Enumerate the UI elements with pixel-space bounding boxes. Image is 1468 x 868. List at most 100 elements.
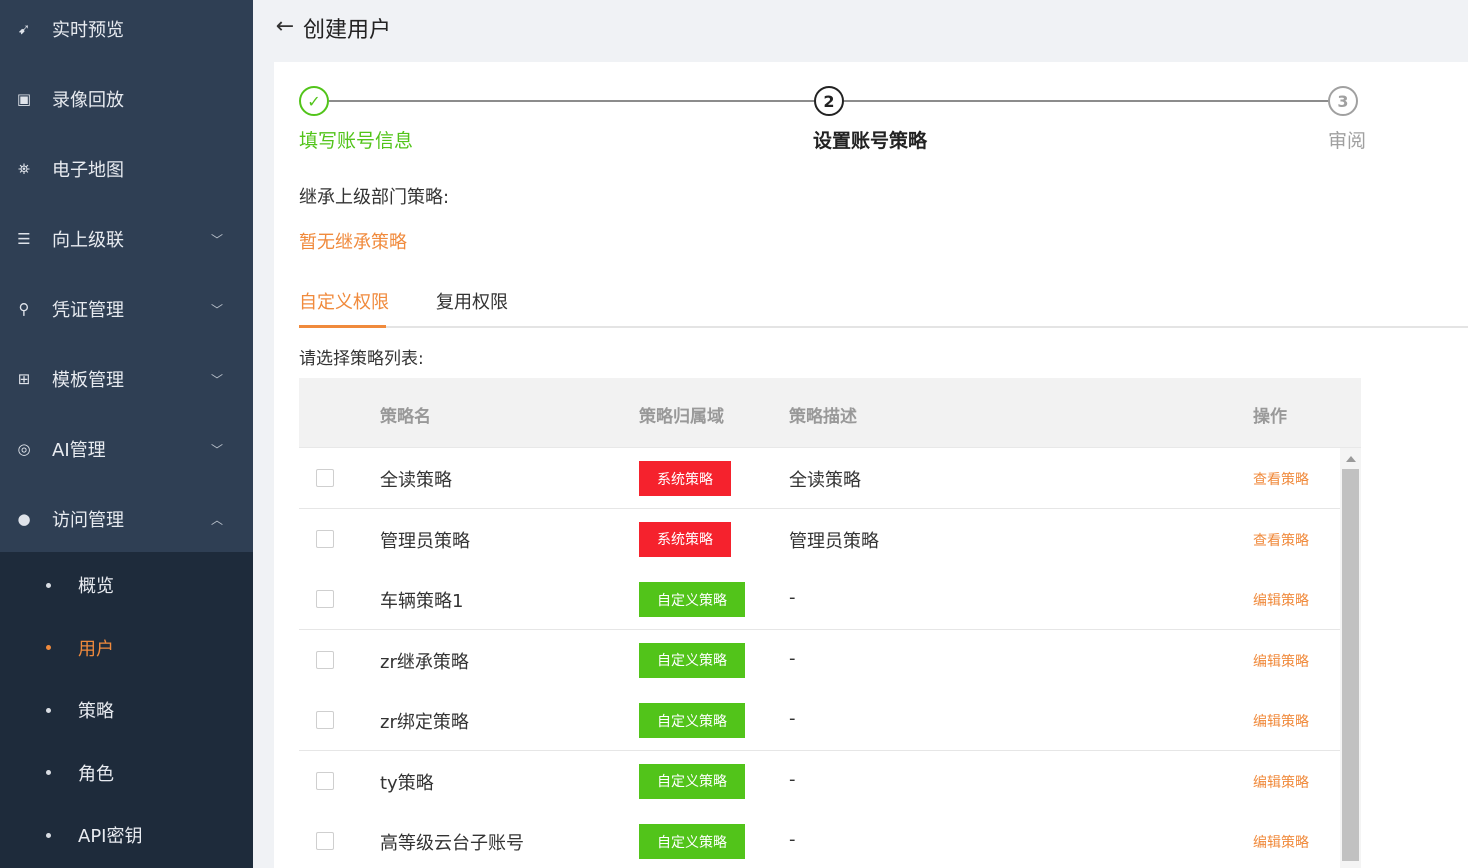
row-checkbox[interactable]: [316, 529, 334, 548]
step-3-indicator: 3: [1328, 86, 1358, 116]
policy-domain-tag: 自定义策略: [639, 642, 745, 678]
cascade-icon: ☰: [17, 230, 31, 248]
sidebar-item-playback[interactable]: ▣ 录像回放: [0, 64, 253, 134]
policy-desc-cell: 全读策略: [789, 470, 861, 491]
policy-domain-tag: 系统策略: [639, 521, 731, 557]
header-policy-domain: 策略归属域: [639, 407, 724, 427]
policy-desc-cell: -: [789, 587, 796, 608]
policy-desc-cell: -: [789, 768, 796, 790]
sidebar-item-live[interactable]: ➹ 实时预览: [0, 0, 253, 64]
submenu-item[interactable]: 策略: [0, 679, 253, 741]
sidebar-item-ai[interactable]: ◎ AI管理 ﹀: [0, 414, 253, 484]
step-connector: [329, 100, 814, 102]
step-2-indicator: 2: [814, 86, 844, 116]
sidebar: ➹ 实时预览 ▣ 录像回放 ⛯ 电子地图 ☰ 向上级联 ﹀ ⚲ 凭证管理 ﹀ ⊞ 模板管理 ﹀ ◎ AI管理 ﹀ ●…: [0, 0, 253, 868]
table-scrollbar[interactable]: [1340, 448, 1361, 868]
sidebar-item-label: 凭证管理: [52, 300, 124, 321]
sidebar-item-template[interactable]: ⊞ 模板管理 ﹀: [0, 344, 253, 414]
submenu-item-label: 概览: [78, 576, 114, 597]
table-row[interactable]: 管理员策略 系统策略 管理员策略 查看策略: [299, 508, 1340, 570]
row-checkbox[interactable]: [316, 771, 334, 790]
table-header: 策略名 策略归属域 策略描述 操作: [299, 378, 1361, 448]
submenu-item[interactable]: 概览: [0, 554, 253, 616]
edit-policy-link[interactable]: 编辑策略: [1253, 651, 1309, 671]
submenu-item-label: 角色: [78, 763, 114, 785]
table-row[interactable]: 高等级云台子账号 自定义策略 - 编辑策略: [299, 811, 1340, 868]
submenu-item[interactable]: 角色: [0, 742, 253, 804]
permission-tabs: 自定义权限 复用权限: [299, 276, 1468, 328]
sidebar-item-label: 录像回放: [52, 90, 124, 111]
policy-domain-tag: 自定义策略: [639, 582, 745, 617]
policy-domain-tag: 系统策略: [639, 461, 731, 496]
sidebar-item-key[interactable]: ⚲ 凭证管理 ﹀: [0, 274, 253, 344]
user-icon: ●: [17, 510, 31, 528]
scroll-up-arrow-icon[interactable]: [1346, 456, 1356, 462]
chevron-down-icon: ﹀: [210, 232, 223, 247]
sidebar-item-label: 实时预览: [52, 20, 124, 41]
row-checkbox[interactable]: [316, 590, 334, 608]
chevron-down-icon: ﹀: [210, 372, 223, 387]
view-policy-link[interactable]: 查看策略: [1253, 530, 1309, 550]
inherit-policy-label: 继承上级部门策略:: [299, 187, 450, 208]
policy-domain-tag: 自定义策略: [639, 763, 745, 799]
step-connector: [844, 100, 1329, 102]
back-arrow-icon[interactable]: ←: [273, 14, 297, 39]
submenu-item[interactable]: API密钥: [0, 804, 253, 866]
bullet-dot-icon: [46, 770, 51, 775]
sidebar-item-label: 向上级联: [52, 230, 124, 251]
sidebar-item-label: 电子地图: [52, 160, 124, 181]
policy-desc-cell: 管理员策略: [789, 530, 879, 552]
submenu-item[interactable]: 用户: [0, 617, 253, 679]
table-row[interactable]: 全读策略 系统策略 全读策略 查看策略: [299, 448, 1340, 509]
row-checkbox[interactable]: [316, 469, 334, 487]
table-row[interactable]: ty策略 自定义策略 - 编辑策略: [299, 750, 1340, 812]
sidebar-item-map[interactable]: ⛯ 电子地图: [0, 134, 253, 204]
policy-desc-cell: -: [789, 829, 796, 850]
tab-custom-permission[interactable]: 自定义权限: [299, 288, 389, 314]
edit-policy-link[interactable]: 编辑策略: [1253, 772, 1309, 792]
bullet-dot-icon: [46, 645, 51, 650]
header-operation: 操作: [1253, 407, 1287, 427]
playback-icon: ▣: [16, 90, 32, 108]
row-checkbox[interactable]: [316, 650, 334, 669]
scroll-thumb[interactable]: [1342, 469, 1359, 861]
view-policy-link[interactable]: 查看策略: [1253, 469, 1309, 489]
key-icon: ⚲: [18, 300, 30, 318]
table-row[interactable]: zr绑定策略 自定义策略 - 编辑策略: [299, 690, 1340, 751]
policy-name-cell: 车辆策略1: [380, 591, 464, 612]
tab-active-indicator: [299, 325, 386, 328]
chevron-down-icon: ﹀: [210, 302, 223, 317]
policy-desc-cell: -: [789, 647, 796, 669]
policy-desc-cell: -: [789, 708, 796, 729]
chevron-down-icon: ﹀: [210, 442, 223, 457]
step-1-label: 填写账号信息: [299, 130, 414, 152]
sidebar-item-label: 模板管理: [52, 370, 124, 391]
submenu-access-management: 概览用户策略角色 API密钥: [0, 552, 253, 868]
policy-name-cell: 管理员策略: [380, 530, 470, 552]
bullet-dot-icon: [46, 582, 51, 588]
row-checkbox[interactable]: [316, 711, 334, 729]
bullet-dot-icon: [46, 832, 51, 838]
bullet-dot-icon: [46, 707, 51, 713]
sidebar-item-user[interactable]: ● 访问管理 ︿: [0, 484, 253, 554]
header-policy-desc: 策略描述: [789, 407, 857, 427]
ai-icon: ◎: [17, 440, 31, 458]
sidebar-item-label: AI管理: [52, 440, 106, 461]
select-policy-label: 请选择策略列表:: [299, 349, 424, 369]
edit-policy-link[interactable]: 编辑策略: [1253, 832, 1309, 852]
edit-policy-link[interactable]: 编辑策略: [1253, 711, 1309, 731]
table-body: 全读策略 系统策略 全读策略 查看策略 管理员策略 系统策略 管理员策略 查看策略 车辆策略1 自…: [299, 448, 1340, 868]
sidebar-item-cascade[interactable]: ☰ 向上级联 ﹀: [0, 204, 253, 274]
policy-domain-tag: 自定义策略: [639, 703, 745, 738]
chevron-up-icon: ︿: [210, 512, 223, 527]
edit-policy-link[interactable]: 编辑策略: [1253, 590, 1309, 610]
submenu-item-label: API密钥: [78, 826, 143, 847]
table-row[interactable]: 车辆策略1 自定义策略 - 编辑策略: [299, 569, 1340, 630]
submenu-item-label: 用户: [78, 638, 114, 660]
map-icon: ⛯: [17, 160, 30, 178]
table-row[interactable]: zr继承策略 自定义策略 - 编辑策略: [299, 629, 1340, 691]
tab-reuse-permission[interactable]: 复用权限: [436, 288, 508, 314]
page-title: 创建用户: [303, 18, 392, 43]
policy-name-cell: ty策略: [380, 772, 434, 794]
row-checkbox[interactable]: [316, 832, 334, 850]
